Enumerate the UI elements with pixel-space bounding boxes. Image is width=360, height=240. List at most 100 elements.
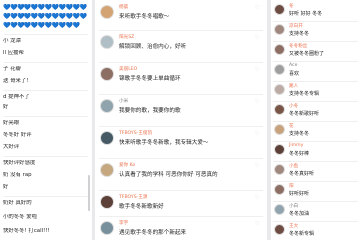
comment-text: 认真看了我的学科 可恶你你好 可恶真的 <box>119 172 218 178</box>
commenter-name[interactable]: 王大 <box>289 223 298 229</box>
like-icon[interactable]: ♡ <box>255 196 261 201</box>
comment-panel-left: 💙💙💙💙💙💙💙💙💙💙💙💙 💙💙💙💙💙💙💙💙💙💙💙💙 💙💙💙💙💙💙💙💙💙💙💙 小 … <box>0 0 92 240</box>
avatar[interactable] <box>274 104 285 115</box>
like-icon[interactable]: ♡ <box>255 100 261 105</box>
comment-panel-middle: 杨晨 来听歌手冬冬唱歌～ ♡ 阳光SZ 解锁回顾、治愈内心，好听 ♡ 美丽LEO… <box>95 0 267 240</box>
left-line: ll 应援帮 <box>3 50 24 56</box>
comment-text: 好听 好好 冬冬 <box>289 11 323 17</box>
left-line: d 提神不了 <box>3 94 30 100</box>
commenter-name[interactable]: 花 <box>289 123 294 129</box>
commenter-name[interactable]: TFBOYS-王俊凯 <box>119 130 152 136</box>
commenter-name[interactable]: 冬 <box>289 3 294 9</box>
left-line: 送 哥来了！ <box>3 78 32 84</box>
comment-item: Jimmy 冬冬好棒 <box>271 142 360 160</box>
commenter-name[interactable]: 小冬 <box>289 103 298 109</box>
comment-item: 爱你 Ko 认真看了我的学科 可恶你你好 可恶真的 ♡ <box>95 160 267 188</box>
left-line: 快好评好感度 <box>3 160 36 166</box>
comment-text: 快来听歌手冬冬新歌，我专辑大爱～ <box>119 140 209 146</box>
commenter-name[interactable]: TFBOYS-王源 <box>119 194 147 200</box>
avatar[interactable] <box>274 24 285 35</box>
comment-item: 王大 冬冬新专辑 <box>271 222 360 240</box>
like-icon[interactable]: ♡ <box>255 222 261 227</box>
comment-item: TFBOYS-王源 歌手冬冬新歌新好 ♡ <box>95 192 267 216</box>
left-line: 子 花瓣 <box>3 66 21 72</box>
comment-item: Ace 喜欢 <box>271 62 360 80</box>
avatar[interactable] <box>274 164 285 175</box>
comment-text: 解锁回顾、治愈内心，好听 <box>119 44 187 50</box>
left-line: 小的冬冬 爱啦 <box>3 214 38 220</box>
avatar[interactable] <box>100 163 114 177</box>
comment-item: 杨晨 来听歌手冬冬唱歌～ ♡ <box>95 2 267 30</box>
comment-text: 冬冬真好听 <box>289 171 315 177</box>
commenter-name[interactable]: 冬冬粉丝 <box>289 43 307 49</box>
left-line: 冬冬好 好评 <box>3 132 32 138</box>
left-line: 奶 没有 rap <box>3 172 32 178</box>
commenter-name[interactable]: 凉白开 <box>289 23 303 29</box>
avatar[interactable] <box>274 204 285 215</box>
commenter-name[interactable]: 路人 <box>289 83 298 89</box>
comment-item: 小鱼 冬冬真好听 <box>271 162 360 180</box>
comment-item: 阳光SZ 解锁回顾、治愈内心，好听 ♡ <box>95 32 267 60</box>
avatar[interactable] <box>274 124 285 135</box>
avatar[interactable] <box>100 195 114 209</box>
avatar[interactable] <box>274 224 285 235</box>
like-icon[interactable]: ♡ <box>255 164 261 169</box>
commenter-name[interactable]: 小米 <box>119 98 128 104</box>
comment-text: 支持冬冬专辑 <box>289 91 320 97</box>
comment-text: 喜欢 <box>289 71 300 77</box>
avatar[interactable] <box>274 64 285 75</box>
comment-text: 冬冬好棒 <box>289 151 310 157</box>
comment-text: 遇见歌手冬冬的那个新起来 <box>119 230 187 236</box>
avatar[interactable] <box>274 144 285 155</box>
comment-item: 花 支持冬冬 <box>271 122 360 140</box>
avatar[interactable] <box>274 184 285 195</box>
hearts: 💙💙💙💙💙💙💙💙💙💙💙 <box>3 22 80 29</box>
like-icon[interactable]: ♡ <box>255 68 261 73</box>
avatar[interactable] <box>100 131 114 145</box>
avatar[interactable] <box>274 84 285 95</box>
comment-item: TFBOYS-王俊凯 快来听歌手冬冬新歌，我专辑大爱～ ♡ <box>95 128 267 156</box>
commenter-name[interactable]: 杨晨 <box>119 4 128 10</box>
comment-text: 支持冬冬 <box>289 131 310 137</box>
commenter-name[interactable]: 小鱼 <box>289 163 298 169</box>
comment-text: 冬冬加油 <box>289 211 310 217</box>
avatar[interactable] <box>100 5 114 19</box>
commenter-name[interactable]: Jimmy <box>289 143 303 148</box>
commenter-name[interactable]: 阳 <box>289 183 294 189</box>
left-line: 奶好 真好的 <box>3 200 32 206</box>
left-line: 小 龙潭 <box>3 38 21 44</box>
commenter-name[interactable]: 美丽LEO <box>119 66 137 72</box>
avatar[interactable] <box>100 67 114 81</box>
left-line: 大好评 <box>3 144 20 150</box>
scrollbar-thumb[interactable] <box>88 175 90 211</box>
commenter-name[interactable]: 爱你 Ko <box>119 162 135 168</box>
avatar[interactable] <box>274 4 285 15</box>
comment-item: 美丽LEO 锦歌手冬冬要上单曲循环 ♡ <box>95 64 267 92</box>
comment-item: 凉白开 支持冬冬 <box>271 22 360 40</box>
left-line: 好 <box>3 184 9 190</box>
commenter-name[interactable]: 李宇 <box>119 220 128 226</box>
comment-text: 冬冬新歌好听 <box>289 111 320 117</box>
comment-text: 好听好听 <box>289 191 310 197</box>
comment-item: 冬冬粉丝 又被冬冬圈粉了 <box>271 42 360 60</box>
comment-text: 我要你的歌，我要你的歌 <box>119 108 181 114</box>
comment-item: 小白 冬冬加油 <box>271 202 360 220</box>
left-line: 好亮眼 <box>3 120 20 126</box>
avatar[interactable] <box>274 44 285 55</box>
like-icon[interactable]: ♡ <box>255 6 261 11</box>
comment-item: 冬 好听 好好 冬冬 <box>271 2 360 20</box>
comment-text: 锦歌手冬冬要上单曲循环 <box>119 76 181 82</box>
comment-text: 歌手冬冬新歌新好 <box>119 204 164 210</box>
avatar[interactable] <box>100 99 114 113</box>
like-icon[interactable]: ♡ <box>255 132 261 137</box>
comment-text: 来听歌手冬冬唱歌～ <box>119 14 170 20</box>
hearts: 💙💙💙💙💙💙💙💙💙💙💙💙 <box>3 4 87 11</box>
like-icon[interactable]: ♡ <box>255 36 261 41</box>
commenter-name[interactable]: 阳光SZ <box>119 34 134 40</box>
commenter-name[interactable]: 小白 <box>289 203 298 209</box>
avatar[interactable] <box>100 35 114 49</box>
left-line: 快好冬冬! 打call!!! <box>3 228 50 234</box>
commenter-name[interactable]: Ace <box>289 63 297 68</box>
avatar[interactable] <box>100 221 114 235</box>
comment-text: 又被冬冬圈粉了 <box>289 51 325 57</box>
